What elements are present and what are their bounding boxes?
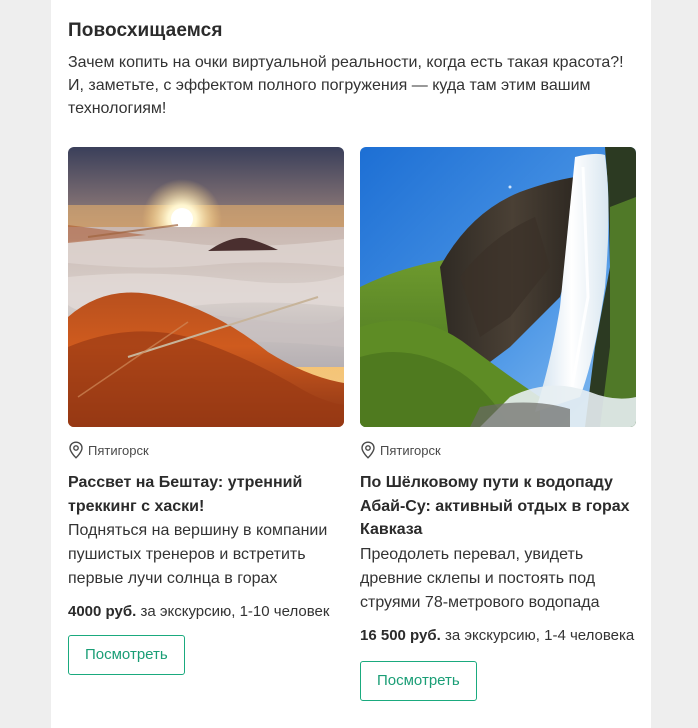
excursions-section: Повосхищаемся Зачем копить на очки вирту…	[51, 0, 651, 728]
price-amount: 4000 руб.	[68, 603, 137, 620]
location: Пятигорск	[360, 440, 636, 460]
price-note: за экскурсию, 1-10 человек	[140, 603, 330, 620]
excursion-price: 16 500 руб. за экскурсию, 1-4 человека	[360, 625, 636, 647]
excursion-card: Пятигорск По Шёлковому пути к водопаду А…	[360, 147, 636, 701]
sunrise-photo[interactable]	[68, 147, 344, 427]
excursion-description: Преодолеть перевал, увидеть древние скле…	[360, 545, 600, 611]
section-intro: Зачем копить на очки виртуальной реально…	[68, 54, 624, 117]
view-button[interactable]: Посмотреть	[68, 635, 185, 675]
excursion-description: Подняться на вершину в компании пушистых…	[68, 522, 328, 587]
location-pin-icon	[68, 441, 84, 459]
excursion-title[interactable]: Рассвет на Бештау: утренний треккинг с х…	[68, 471, 344, 518]
price-amount: 16 500 руб.	[360, 626, 441, 644]
excursion-price: 4000 руб. за экскурсию, 1-10 человек	[68, 601, 344, 623]
view-button[interactable]: Посмотреть	[360, 660, 477, 701]
excursion-card: Пятигорск Рассвет на Бештау: утренний тр…	[68, 147, 344, 675]
excursion-title[interactable]: По Шёлковому пути к водопаду Абай-Су: ак…	[360, 471, 636, 542]
location-label: Пятигорск	[380, 442, 441, 458]
location-label: Пятигорск	[88, 442, 149, 458]
waterfall-photo[interactable]	[360, 147, 636, 427]
section-title: Повосхищаемся	[68, 20, 223, 41]
location: Пятигорск	[68, 440, 344, 460]
price-note: за экскурсию, 1-4 человека	[444, 626, 635, 644]
location-pin-icon	[360, 441, 376, 459]
